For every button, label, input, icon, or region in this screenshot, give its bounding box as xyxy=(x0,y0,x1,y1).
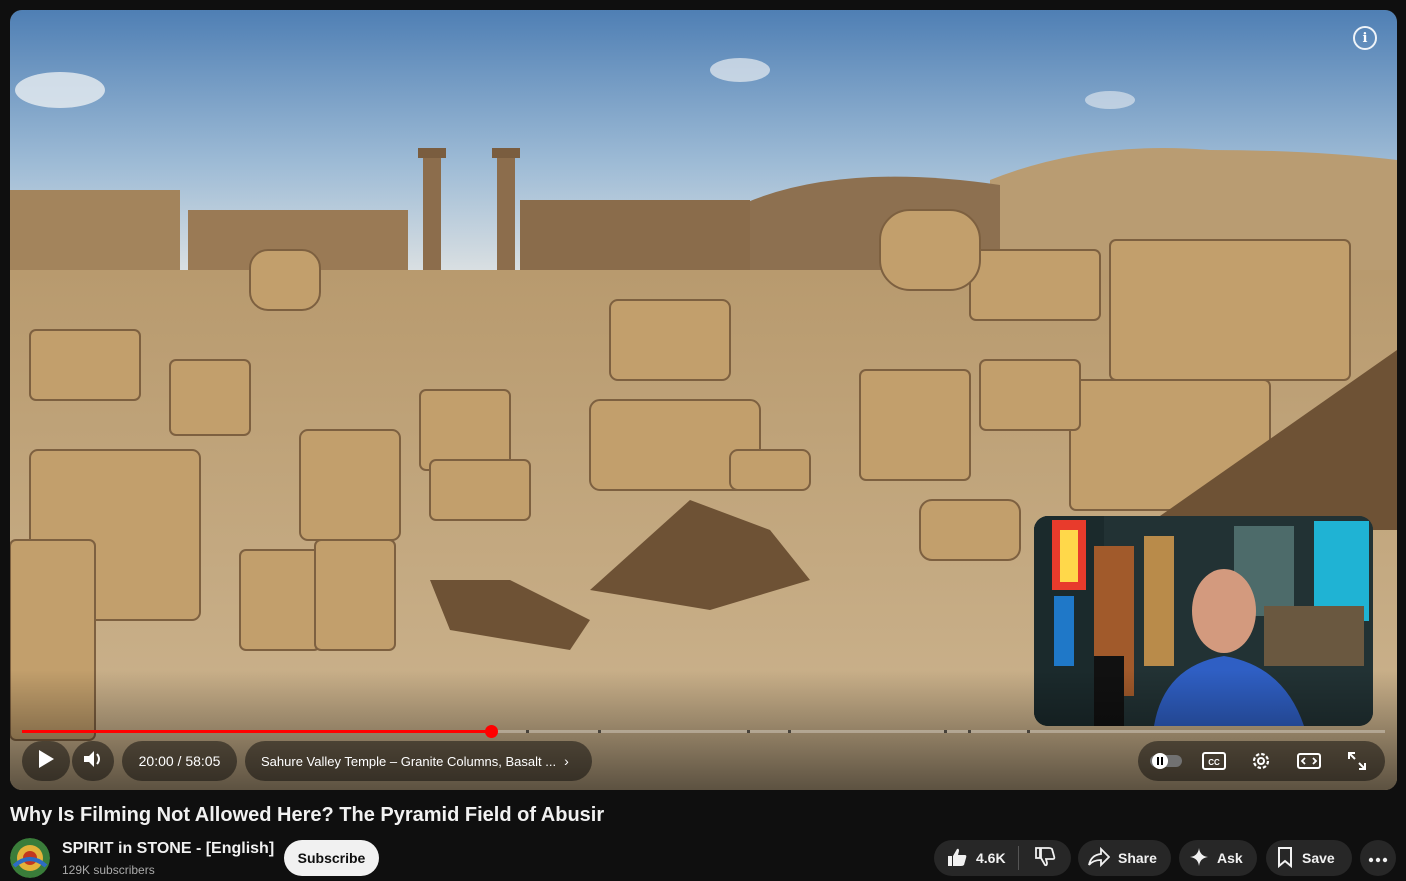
chapter-marker xyxy=(1027,730,1030,733)
channel-name[interactable]: SPIRIT in STONE - [English] xyxy=(62,840,274,858)
chevron-right-icon: › xyxy=(564,753,569,769)
more-horizontal-icon xyxy=(1368,850,1388,866)
more-actions-button[interactable] xyxy=(1360,840,1396,876)
gear-icon[interactable] xyxy=(1243,743,1279,779)
like-dislike-group: 4.6K xyxy=(934,840,1071,876)
cc-icon[interactable]: CC xyxy=(1196,743,1232,779)
chapter-title: Sahure Valley Temple – Granite Columns, … xyxy=(261,753,557,769)
save-label: Save xyxy=(1302,850,1335,866)
chapter-marker xyxy=(598,730,601,733)
channel-avatar[interactable] xyxy=(10,838,50,878)
time-display: 20:00 / 58:05 xyxy=(122,741,237,781)
progress-scrubber[interactable] xyxy=(485,725,498,738)
progress-bar[interactable] xyxy=(22,725,1385,738)
svg-text:CC: CC xyxy=(1208,758,1220,767)
volume-icon xyxy=(82,749,104,774)
subscribe-button[interactable]: Subscribe xyxy=(284,840,379,876)
chapter-marker xyxy=(526,730,529,733)
chapter-marker xyxy=(968,730,971,733)
right-controls: CC xyxy=(1138,741,1385,781)
bookmark-icon xyxy=(1276,846,1294,871)
thumbs-down-icon xyxy=(1034,846,1056,871)
info-icon[interactable]: i xyxy=(1353,26,1377,50)
watch-page: i 20:00 / 58:05 Sahure Valley Temple – G… xyxy=(0,0,1406,881)
dislike-button[interactable] xyxy=(1019,840,1071,876)
chapter-marker xyxy=(944,730,947,733)
share-button[interactable]: Share xyxy=(1078,840,1171,876)
progress-played xyxy=(22,730,491,733)
like-button[interactable]: 4.6K xyxy=(934,840,1018,876)
share-label: Share xyxy=(1118,850,1157,866)
theater-mode-icon[interactable] xyxy=(1291,743,1327,779)
subscriber-count: 129K subscribers xyxy=(62,863,155,877)
autoplay-toggle-icon[interactable] xyxy=(1148,743,1184,779)
chapter-marker xyxy=(788,730,791,733)
thumbs-up-icon xyxy=(946,846,968,871)
play-icon xyxy=(37,749,55,774)
ask-label: Ask xyxy=(1217,850,1243,866)
sparkle-icon xyxy=(1189,847,1209,870)
volume-button[interactable] xyxy=(72,741,114,781)
like-count: 4.6K xyxy=(976,850,1006,866)
play-button[interactable] xyxy=(22,741,70,781)
ask-button[interactable]: Ask xyxy=(1179,840,1257,876)
video-title: Why Is Filming Not Allowed Here? The Pyr… xyxy=(10,804,605,826)
chapter-marker xyxy=(747,730,750,733)
chapter-button[interactable]: Sahure Valley Temple – Granite Columns, … xyxy=(245,741,592,781)
share-icon xyxy=(1088,846,1111,870)
video-player[interactable]: i 20:00 / 58:05 Sahure Valley Temple – G… xyxy=(10,10,1397,790)
save-button[interactable]: Save xyxy=(1266,840,1352,876)
fullscreen-icon[interactable] xyxy=(1339,743,1375,779)
